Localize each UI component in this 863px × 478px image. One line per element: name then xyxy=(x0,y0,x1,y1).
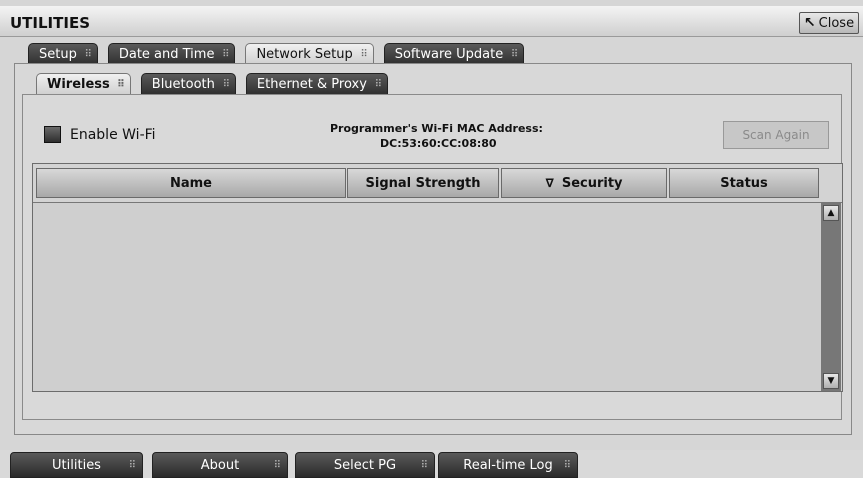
cursor-arrow-icon: ↖ xyxy=(803,15,816,31)
grip-icon: ⠿ xyxy=(222,49,229,60)
tab-wireless[interactable]: Wireless ⠿ xyxy=(36,73,131,95)
column-header-name[interactable]: Name xyxy=(36,168,346,198)
grip-icon: ⠿ xyxy=(420,460,428,471)
tab-ethernet-proxy[interactable]: Ethernet & Proxy ⠿ xyxy=(245,73,388,95)
tab-label: Wireless xyxy=(47,77,110,92)
nav-label: Utilities xyxy=(52,457,101,473)
title-bar: UTILITIES ↖ Close xyxy=(0,6,863,37)
table-header-row: Name Signal Strength ∇ Security Status xyxy=(33,164,842,203)
main-tabs: Setup ⠿ Date and Time ⠿ Network Setup ⠿ Sof… xyxy=(28,43,530,65)
window-title: UTILITIES xyxy=(10,14,90,32)
grip-icon: ⠿ xyxy=(510,49,518,60)
tab-setup[interactable]: Setup ⠿ xyxy=(28,43,98,65)
grip-icon: ⠿ xyxy=(128,460,136,471)
grip-icon: ⠿ xyxy=(222,79,230,90)
tab-label: Network Setup xyxy=(256,47,353,62)
grip-icon: ⠿ xyxy=(84,49,92,60)
nav-utilities[interactable]: Utilities ⠿ xyxy=(10,452,143,478)
header-label: Name xyxy=(169,175,212,191)
nav-label: About xyxy=(200,457,240,473)
nav-about[interactable]: About ⠿ xyxy=(152,452,288,478)
tab-bluetooth[interactable]: Bluetooth ⠿ xyxy=(140,73,236,95)
nav-label: Select PG xyxy=(333,457,397,473)
scroll-up-icon[interactable]: ▲ xyxy=(823,205,839,221)
utilities-window: UTILITIES ↖ Close Setup ⠿ Date and Time ⠿ … xyxy=(0,0,863,450)
nav-label: Real-time Log xyxy=(463,457,553,473)
grip-icon: ⠿ xyxy=(273,460,281,471)
sort-descending-icon: ∇ xyxy=(545,176,554,190)
grip-icon: ⠿ xyxy=(360,49,367,60)
tab-label: Software Update xyxy=(394,47,504,62)
header-label: Status xyxy=(720,175,768,191)
header-label: Signal Strength xyxy=(365,175,481,191)
tab-date-and-time[interactable]: Date and Time ⠿ xyxy=(107,43,236,65)
tab-label: Setup xyxy=(39,47,77,62)
nav-select-pg[interactable]: Select PG ⠿ xyxy=(295,452,435,478)
wifi-networks-table: Name Signal Strength ∇ Security Status ▲ … xyxy=(32,163,843,392)
close-button[interactable]: ↖ Close xyxy=(799,12,859,34)
tab-label: Ethernet & Proxy xyxy=(256,77,367,92)
column-header-security[interactable]: ∇ Security xyxy=(501,168,667,198)
column-header-status[interactable]: Status xyxy=(669,168,819,198)
enable-wifi-checkbox[interactable] xyxy=(44,126,61,143)
tab-network-setup[interactable]: Network Setup ⠿ xyxy=(245,43,374,65)
tab-label: Bluetooth xyxy=(151,77,215,92)
scan-again-button[interactable]: Scan Again xyxy=(723,121,829,149)
header-label: Security xyxy=(561,175,623,191)
column-header-signal-strength[interactable]: Signal Strength xyxy=(347,168,499,198)
mac-address-value: DC:53:60:CC:08:80 xyxy=(380,137,497,150)
grip-icon: ⠿ xyxy=(116,79,125,90)
table-scrollbar[interactable]: ▲ ▼ xyxy=(821,203,841,391)
grip-icon: ⠿ xyxy=(563,460,571,471)
bottom-nav: Utilities ⠿ About ⠿ Select PG ⠿ Real-time L… xyxy=(0,452,863,478)
sub-tabs: Wireless ⠿ Bluetooth ⠿ Ethernet & Proxy ⠿ xyxy=(36,73,394,95)
enable-wifi-label: Enable Wi-Fi xyxy=(70,127,156,143)
tab-label: Date and Time xyxy=(118,47,215,62)
close-label: Close xyxy=(818,15,855,31)
grip-icon: ⠿ xyxy=(374,79,382,90)
tab-software-update[interactable]: Software Update ⠿ xyxy=(383,43,525,65)
scroll-down-icon[interactable]: ▼ xyxy=(823,373,839,389)
nav-real-time-log[interactable]: Real-time Log ⠿ xyxy=(438,452,578,478)
mac-address-label: Programmer's Wi-Fi MAC Address: xyxy=(330,122,543,135)
